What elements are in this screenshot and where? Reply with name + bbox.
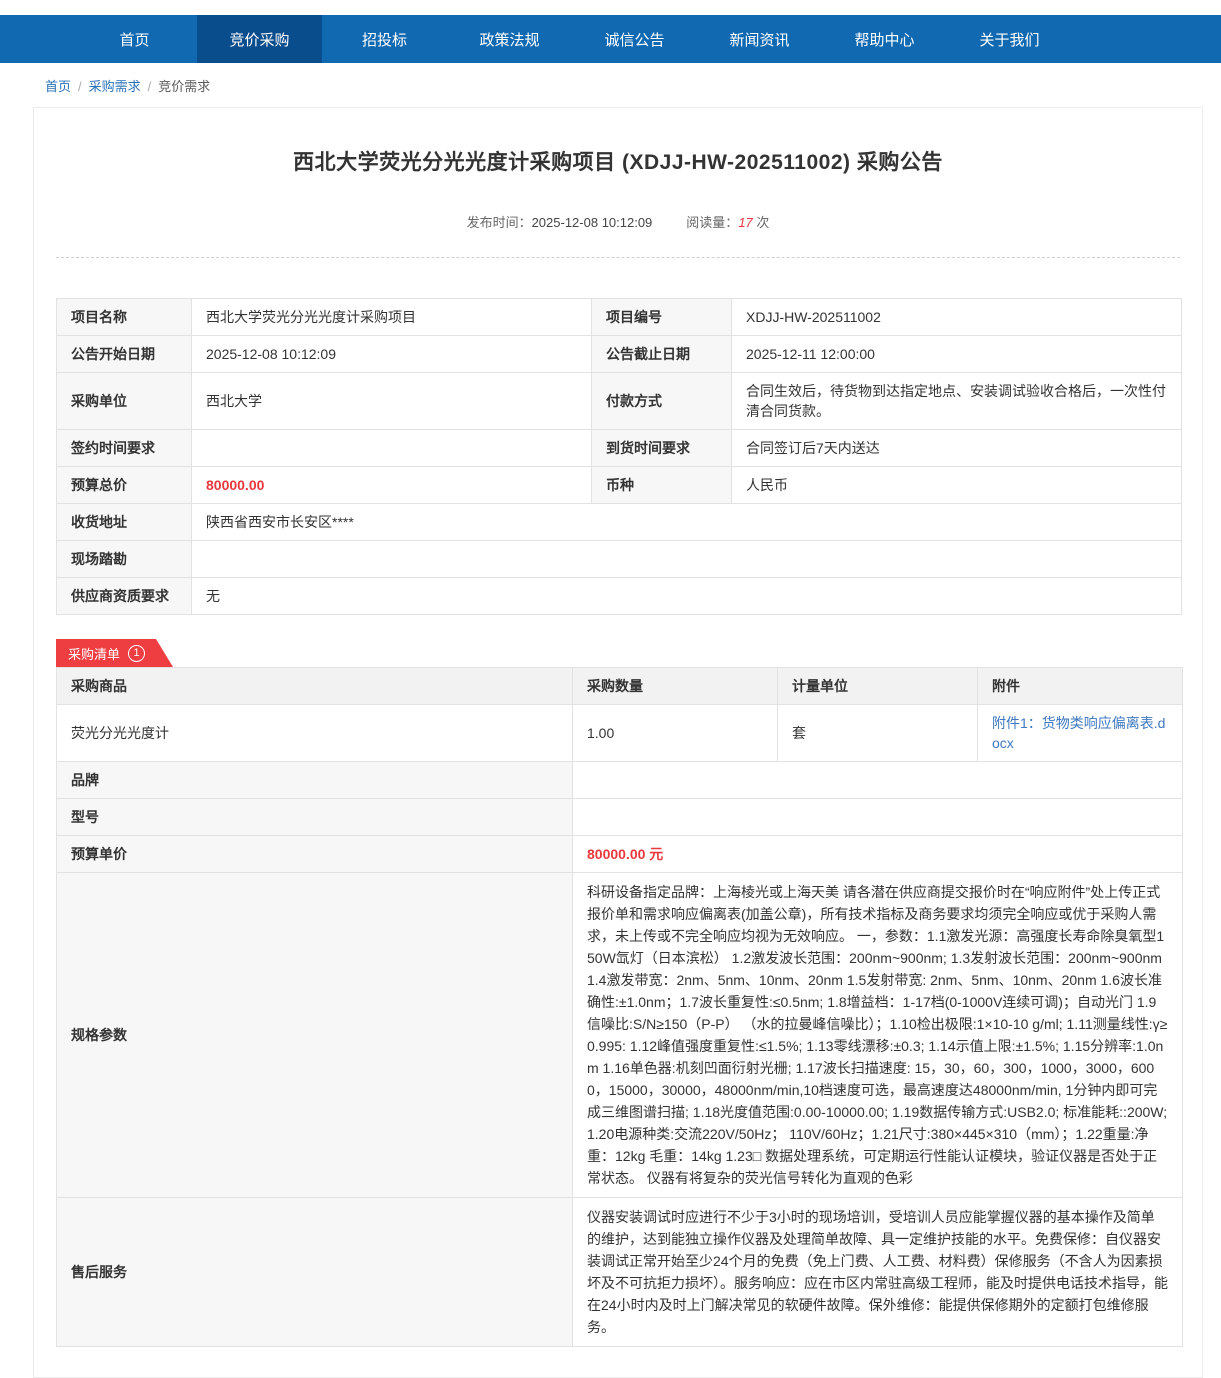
table-row: 预算单价 80000.00 元 <box>57 836 1183 873</box>
table-row: 项目名称 西北大学荧光分光光度计采购项目 项目编号 XDJJ-HW-202511… <box>57 299 1182 336</box>
field-value <box>573 799 1183 836</box>
purchase-list-badge: 采购清单 1 <box>56 639 173 667</box>
unit-price-value: 80000.00 元 <box>573 836 1183 873</box>
column-header: 采购数量 <box>573 668 778 705</box>
field-label: 公告截止日期 <box>592 336 732 373</box>
field-value: 合同生效后，待货物到达指定地点、安装调试验收合格后，一次性付清合同货款。 <box>732 373 1182 430</box>
project-info-table: 项目名称 西北大学荧光分光光度计采购项目 项目编号 XDJJ-HW-202511… <box>56 298 1182 615</box>
nav-item-tender[interactable]: 招投标 <box>322 15 447 63</box>
announcement-meta: 发布时间：2025-12-08 10:12:09 阅读量：17 次 <box>56 212 1180 231</box>
field-label: 项目名称 <box>57 299 192 336</box>
field-label: 规格参数 <box>57 873 573 1198</box>
publish-time-value: 2025-12-08 10:12:09 <box>532 215 653 230</box>
field-value: 陕西省西安市长安区**** <box>192 504 1182 541</box>
item-unit: 套 <box>778 705 978 762</box>
field-label: 采购单位 <box>57 373 192 430</box>
field-label: 售后服务 <box>57 1198 573 1347</box>
item-quantity: 1.00 <box>573 705 778 762</box>
budget-total-value: 80000.00 <box>192 467 592 504</box>
column-header: 采购商品 <box>57 668 573 705</box>
nav-item-policy[interactable]: 政策法规 <box>447 15 572 63</box>
field-value: 人民币 <box>732 467 1182 504</box>
table-row: 预算总价 80000.00 币种 人民币 <box>57 467 1182 504</box>
dashed-divider <box>56 257 1180 258</box>
column-header: 附件 <box>978 668 1183 705</box>
table-row: 公告开始日期 2025-12-08 10:12:09 公告截止日期 2025-1… <box>57 336 1182 373</box>
announcement-card: 西北大学荧光分光光度计采购项目 (XDJJ-HW-202511002) 采购公告… <box>33 107 1203 1378</box>
column-header: 计量单位 <box>778 668 978 705</box>
field-value: 2025-12-11 12:00:00 <box>732 336 1182 373</box>
field-label: 到货时间要求 <box>592 430 732 467</box>
field-value <box>573 762 1183 799</box>
breadcrumb-separator: / <box>78 79 82 94</box>
publish-time-label: 发布时间： <box>467 215 532 230</box>
table-row: 现场踏勘 <box>57 541 1182 578</box>
breadcrumb-current: 竞价需求 <box>158 79 210 94</box>
breadcrumb-home-link[interactable]: 首页 <box>45 79 71 94</box>
views-unit: 次 <box>756 215 769 230</box>
field-label: 型号 <box>57 799 573 836</box>
page-title: 西北大学荧光分光光度计采购项目 (XDJJ-HW-202511002) 采购公告 <box>56 146 1180 176</box>
field-label: 项目编号 <box>592 299 732 336</box>
field-value: 2025-12-08 10:12:09 <box>192 336 592 373</box>
purchase-list-section: 采购清单 1 <box>56 639 1180 667</box>
field-value: 西北大学 <box>192 373 592 430</box>
field-label: 供应商资质要求 <box>57 578 192 615</box>
field-label: 预算单价 <box>57 836 573 873</box>
purchase-list-badge-label: 采购清单 <box>68 644 120 663</box>
field-label: 现场踏勘 <box>57 541 192 578</box>
field-value <box>192 430 592 467</box>
table-row: 签约时间要求 到货时间要求 合同签订后7天内送达 <box>57 430 1182 467</box>
item-name: 荧光分光光度计 <box>57 705 573 762</box>
specs-text: 科研设备指定品牌：上海棱光或上海天美 请各潜在供应商提交报价时在“响应附件”处上… <box>573 873 1183 1198</box>
top-navigation: 首页 竞价采购 招投标 政策法规 诚信公告 新闻资讯 帮助中心 关于我们 <box>0 15 1221 63</box>
table-row: 规格参数 科研设备指定品牌：上海棱光或上海天美 请各潜在供应商提交报价时在“响应… <box>57 873 1183 1198</box>
nav-item-news[interactable]: 新闻资讯 <box>697 15 822 63</box>
attachment-link[interactable]: 附件1：货物类响应偏离表.docx <box>992 715 1165 751</box>
field-label: 签约时间要求 <box>57 430 192 467</box>
field-value: XDJJ-HW-202511002 <box>732 299 1182 336</box>
table-row: 荧光分光光度计 1.00 套 附件1：货物类响应偏离表.docx <box>57 705 1183 762</box>
table-row: 型号 <box>57 799 1183 836</box>
table-row: 收货地址 陕西省西安市长安区**** <box>57 504 1182 541</box>
field-label: 品牌 <box>57 762 573 799</box>
breadcrumb-purchase-demand-link[interactable]: 采购需求 <box>89 79 141 94</box>
field-label: 公告开始日期 <box>57 336 192 373</box>
views-label: 阅读量： <box>686 215 738 230</box>
field-label: 币种 <box>592 467 732 504</box>
breadcrumb: 首页 / 采购需求 / 竞价需求 <box>0 63 1221 107</box>
table-row: 供应商资质要求 无 <box>57 578 1182 615</box>
nav-item-help-center[interactable]: 帮助中心 <box>822 15 947 63</box>
field-label: 付款方式 <box>592 373 732 430</box>
field-value: 西北大学荧光分光光度计采购项目 <box>192 299 592 336</box>
field-value: 无 <box>192 578 1182 615</box>
field-label: 预算总价 <box>57 467 192 504</box>
table-row: 售后服务 仪器安装调试时应进行不少于3小时的现场培训，受培训人员应能掌握仪器的基… <box>57 1198 1183 1347</box>
purchase-list-table: 采购商品 采购数量 计量单位 附件 荧光分光光度计 1.00 套 附件1：货物类… <box>56 667 1183 1347</box>
breadcrumb-separator: / <box>148 79 152 94</box>
table-row: 采购单位 西北大学 付款方式 合同生效后，待货物到达指定地点、安装调试验收合格后… <box>57 373 1182 430</box>
nav-item-integrity-notice[interactable]: 诚信公告 <box>572 15 697 63</box>
nav-item-home[interactable]: 首页 <box>72 15 197 63</box>
purchase-list-count-badge: 1 <box>128 645 145 662</box>
field-label: 收货地址 <box>57 504 192 541</box>
table-header-row: 采购商品 采购数量 计量单位 附件 <box>57 668 1183 705</box>
table-row: 品牌 <box>57 762 1183 799</box>
nav-item-about-us[interactable]: 关于我们 <box>947 15 1072 63</box>
nav-item-bidding-purchase[interactable]: 竞价采购 <box>197 15 322 63</box>
field-value: 合同签订后7天内送达 <box>732 430 1182 467</box>
views-count: 17 <box>738 215 752 230</box>
item-attachment-cell: 附件1：货物类响应偏离表.docx <box>978 705 1183 762</box>
field-value <box>192 541 1182 578</box>
after-sale-text: 仪器安装调试时应进行不少于3小时的现场培训，受培训人员应能掌握仪器的基本操作及简… <box>573 1198 1183 1347</box>
